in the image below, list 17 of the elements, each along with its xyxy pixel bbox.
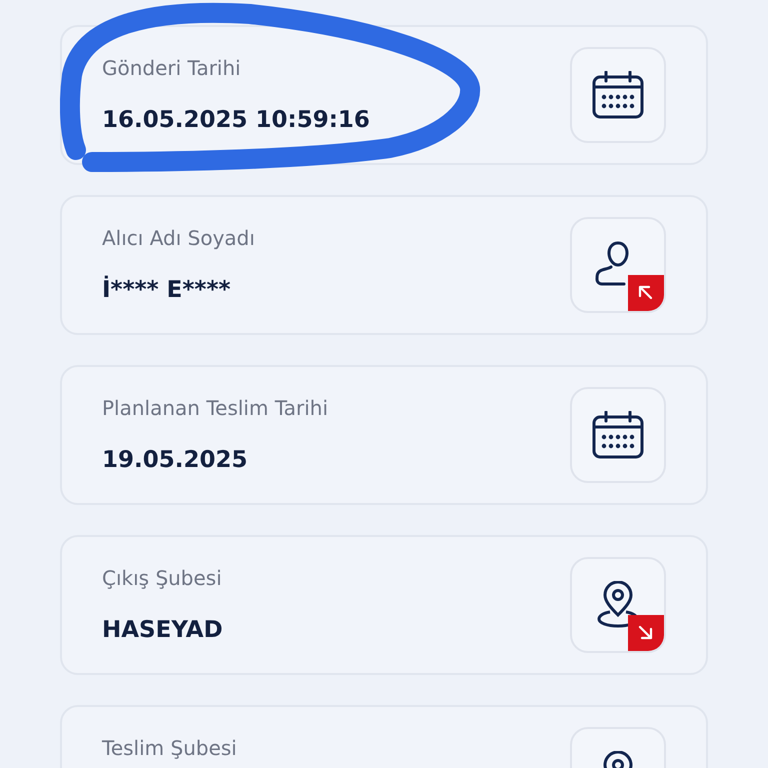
field-value: HASEYAD <box>102 616 223 644</box>
calendar-icon <box>592 71 644 119</box>
field-label: Alıcı Adı Soyadı <box>102 226 255 250</box>
field-label: Planlanan Teslim Tarihi <box>102 396 328 420</box>
icon-button[interactable] <box>570 387 666 483</box>
field-label: Çıkış Şubesi <box>102 566 223 590</box>
icon-button[interactable] <box>570 47 666 143</box>
arrow-badge-icon <box>628 275 664 311</box>
field-value: İ**** E**** <box>102 276 232 304</box>
calendar-icon <box>592 411 644 459</box>
icon-button[interactable] <box>570 557 666 653</box>
field-label: Teslim Şubesi <box>102 736 237 760</box>
field-label: Gönderi Tarihi <box>102 56 242 80</box>
field-value: 19.05.2025 <box>102 446 249 474</box>
arrow-badge-icon <box>628 615 664 651</box>
field-value: 16.05.2025 10:59:16 <box>102 106 370 134</box>
icon-button[interactable] <box>570 217 666 313</box>
